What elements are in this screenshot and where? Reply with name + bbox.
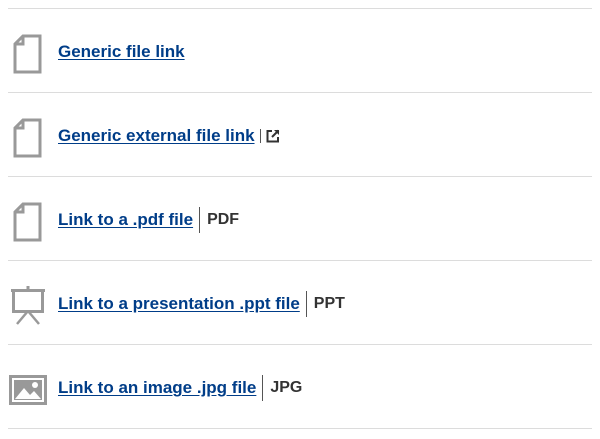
list-item: Generic file link: [8, 9, 592, 93]
separator: [305, 291, 307, 317]
list-item: Link to an image .jpg file JPG: [8, 345, 592, 429]
file-type-label: JPG: [270, 379, 303, 396]
separator: [259, 129, 261, 143]
document-icon: [8, 117, 48, 159]
separator: [262, 375, 264, 401]
file-type-label: PDF: [207, 211, 240, 228]
list-item: Generic external file link: [8, 93, 592, 177]
generic-external-file-link[interactable]: Generic external file link: [58, 126, 255, 146]
list-item: Link to a presentation .ppt file PPT: [8, 261, 592, 345]
presentation-icon: [8, 285, 48, 327]
document-icon: [8, 33, 48, 75]
document-icon: [8, 201, 48, 243]
list-item: Link to a .pdf file PDF: [8, 177, 592, 261]
image-file-link[interactable]: Link to an image .jpg file: [58, 378, 256, 398]
generic-file-link[interactable]: Generic file link: [58, 42, 185, 62]
pdf-file-link[interactable]: Link to a .pdf file: [58, 210, 193, 230]
image-icon: [8, 369, 48, 411]
file-type-label: PPT: [313, 295, 345, 312]
external-link-icon: [266, 129, 280, 143]
presentation-file-link[interactable]: Link to a presentation .ppt file: [58, 294, 300, 314]
file-link-list: Generic file link Generic external file …: [8, 8, 592, 429]
separator: [199, 207, 201, 233]
